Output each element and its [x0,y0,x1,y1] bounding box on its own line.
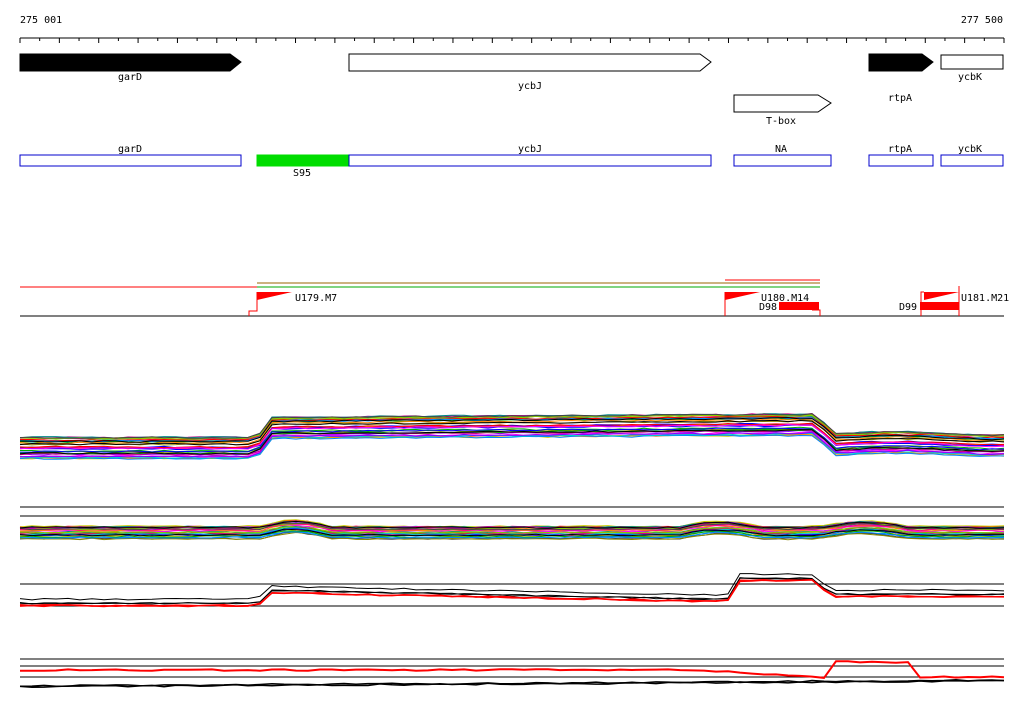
segment-label-ycbK: ycbK [958,144,982,155]
segment-box-NA[interactable] [733,154,832,167]
gene-arrow-garD[interactable] [19,53,242,72]
feature-flag-U180.M14[interactable] [725,292,760,300]
expression-track-1 [19,412,1005,460]
expression-track-2 [19,506,1005,541]
gene-arrow-rtpA[interactable] [868,53,934,72]
segment-box-garD[interactable] [19,154,242,167]
segment-track: garD S95 ycbJ NA rtpA ycbK [19,144,1004,179]
feature-bar-D99[interactable] [920,302,959,310]
segment-box-rtpA[interactable] [868,154,934,167]
ruler-end-label: 277 500 [961,15,1003,26]
ruler-ticks [19,38,1005,43]
expression-track-3 [19,573,1005,608]
gene-track: garD ycbJ T-box rtpA ycbK [19,53,1004,127]
segment-box-S95[interactable] [256,154,350,167]
feature-label-D98: D98 [759,302,777,313]
feature-step-D98 [812,309,821,316]
genome-browser-diagram: 275 001 277 500 garD ycbJ T-box rtpA ycb… [19,15,1009,688]
feature-label-D99: D99 [899,302,917,313]
expression-traces-4 [19,660,1005,688]
gene-arrow-T-box[interactable] [733,94,832,113]
gene-label-T-box: T-box [766,116,796,127]
segment-label-garD: garD [118,144,142,155]
feature-step-U179 [248,292,258,316]
gene-label-ycbK: ycbK [958,72,982,83]
expression-trace [19,678,1005,688]
expression-traces-3 [19,573,1005,608]
coordinate-ruler: 275 001 277 500 [19,15,1005,43]
gene-label-ycbJ: ycbJ [518,81,542,92]
feature-track: U179.M7 U180.M14 D98 D99 U181.M21 [20,279,1009,317]
segment-label-S95: S95 [293,168,311,179]
gene-arrow-ycbJ[interactable] [348,53,712,72]
feature-bar-D98[interactable] [779,302,819,310]
expression-traces-2 [19,519,1005,541]
segment-label-NA: NA [775,144,787,155]
segment-box-ycbJ[interactable] [348,154,712,167]
expression-trace [20,660,1005,679]
feature-label-U181.M21: U181.M21 [961,293,1009,304]
gene-label-garD: garD [118,72,142,83]
feature-flag-U181.M21[interactable] [924,292,959,300]
ruler-start-label: 275 001 [20,15,62,26]
expression-track-4 [19,658,1005,688]
feature-flag-U179.M7[interactable] [257,292,292,300]
gene-box-ycbK[interactable] [940,54,1004,70]
expression-traces-1 [19,412,1005,460]
gene-label-rtpA: rtpA [888,93,912,104]
feature-label-U179.M7: U179.M7 [295,293,337,304]
segment-label-rtpA: rtpA [888,144,912,155]
segment-box-ycbK[interactable] [940,154,1004,167]
segment-label-ycbJ: ycbJ [518,144,542,155]
